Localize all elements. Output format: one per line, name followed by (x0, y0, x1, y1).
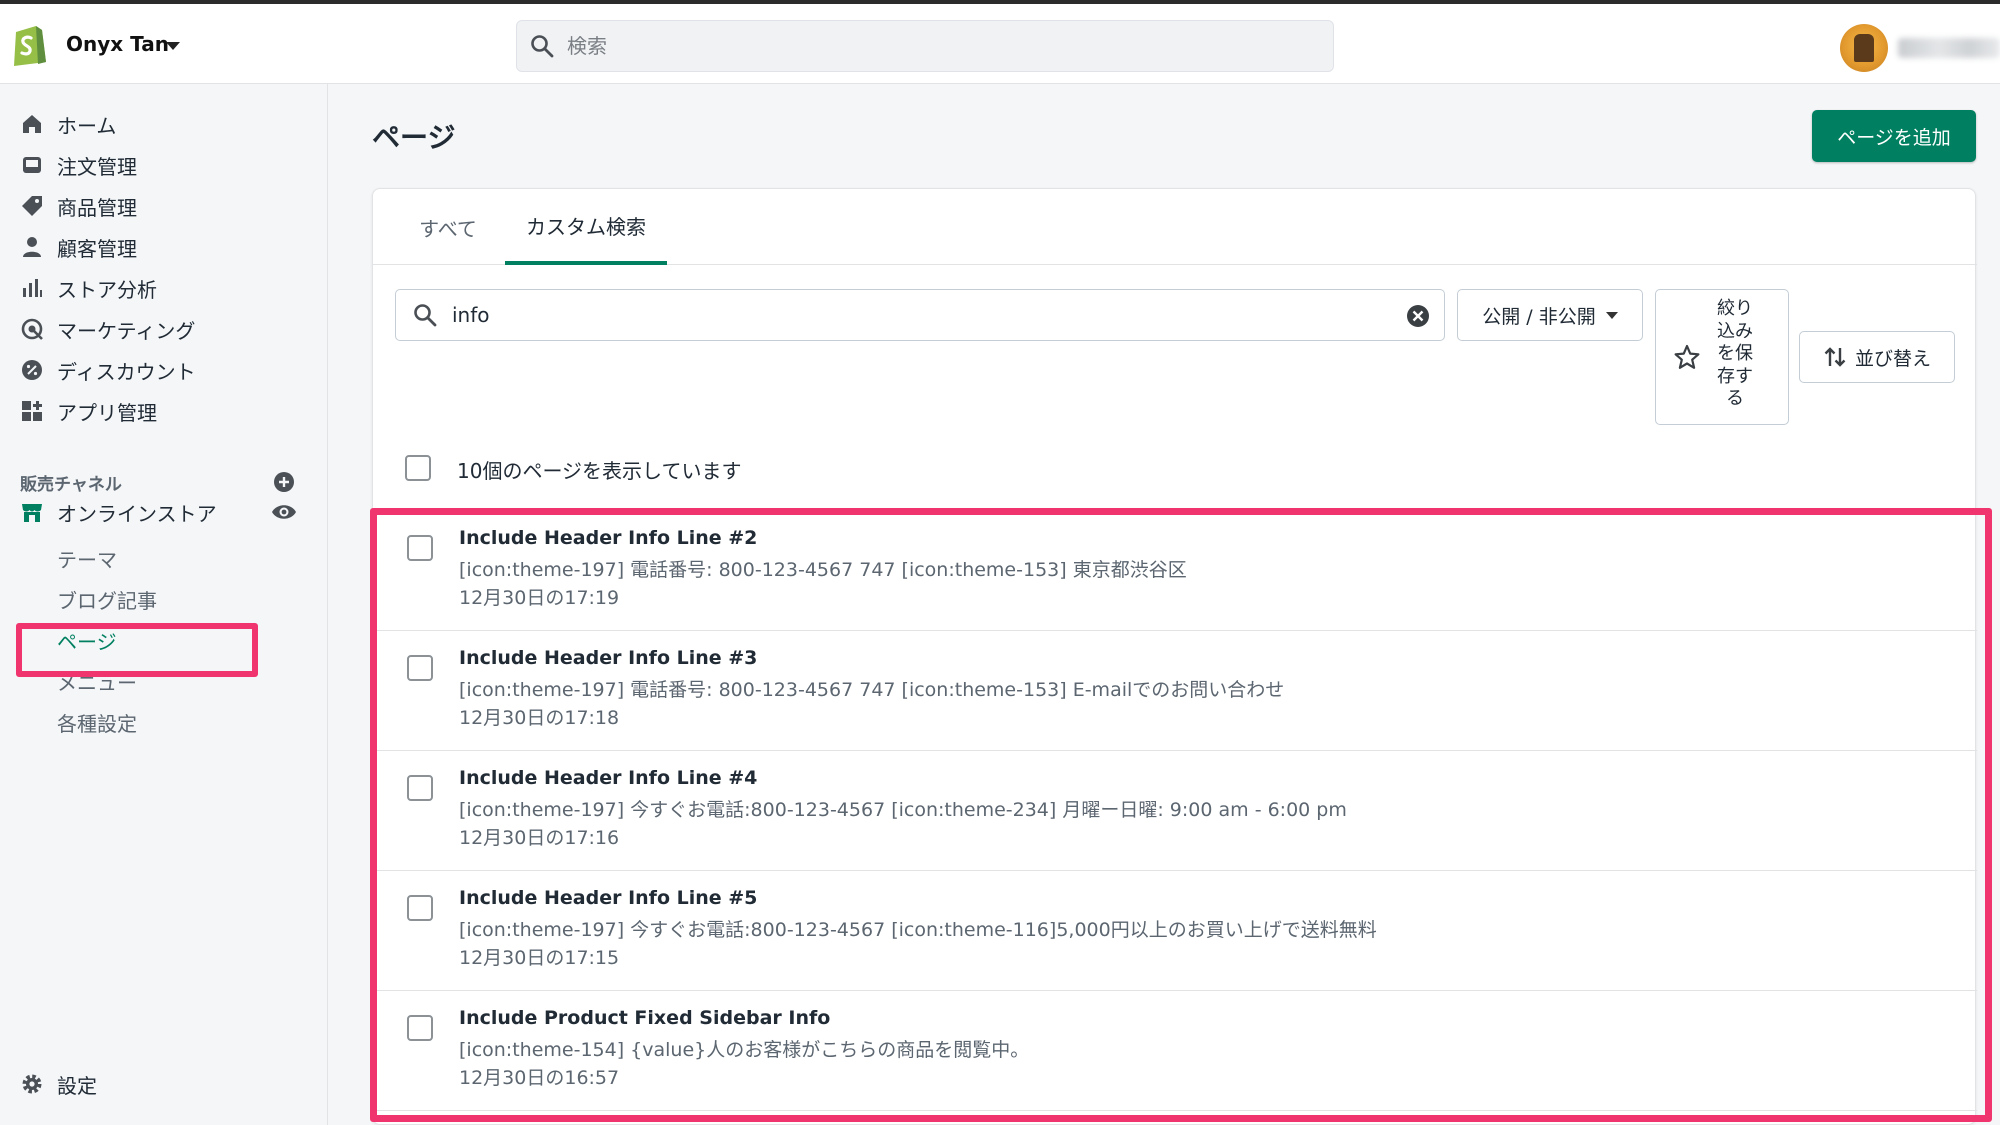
store-icon (22, 504, 42, 522)
sidebar-item-label: 設定 (57, 1073, 97, 1098)
sidebar-item-marketing[interactable]: マーケティング (0, 309, 328, 349)
sidebar-item-label: マーケティング (57, 318, 196, 343)
clear-icon[interactable] (1406, 304, 1430, 328)
global-search[interactable] (516, 20, 1334, 72)
chevron-down-icon (1605, 311, 1618, 319)
page-search-input[interactable] (452, 290, 1372, 340)
save-filter-label: 絞り込みを保存する (1717, 298, 1753, 409)
sidebar-item-orders[interactable]: 注文管理 (0, 145, 328, 185)
search-icon (414, 304, 437, 327)
tab-bar: すべて カスタム検索 (373, 189, 1977, 265)
target-icon (21, 318, 43, 340)
account-name-blurred[interactable] (1898, 38, 2000, 58)
tag-icon (22, 196, 42, 216)
results-highlight-box (370, 508, 1992, 1122)
gear-icon (22, 1074, 42, 1094)
result-count-label: 10個のページを表示しています (457, 459, 742, 483)
sidebar-item-label: 注文管理 (57, 154, 137, 179)
chevron-down-icon[interactable] (166, 42, 180, 50)
discount-icon (22, 360, 42, 380)
sidebar-item-label: アプリ管理 (57, 400, 157, 425)
person-icon (23, 237, 41, 257)
shopify-logo-icon[interactable] (10, 22, 48, 66)
sidebar-subitem-blog-posts[interactable]: ブログ記事 (57, 583, 157, 615)
page-search-field[interactable] (395, 289, 1445, 341)
eye-icon[interactable] (270, 502, 298, 522)
sidebar-item-products[interactable]: 商品管理 (0, 186, 328, 226)
home-icon (23, 115, 41, 133)
add-page-button[interactable]: ページを追加 (1812, 110, 1976, 162)
sidebar-item-discounts[interactable]: ディスカウント (0, 350, 328, 390)
sidebar: ホーム 注文管理 商品管理 顧客管理 ストア分析 マーケティング ディスカウント… (0, 84, 328, 1125)
search-icon (531, 35, 554, 58)
visibility-filter-label: 公開 / 非公開 (1482, 305, 1596, 328)
pages-highlight-box (16, 623, 258, 677)
sidebar-item-apps[interactable]: アプリ管理 (0, 391, 328, 431)
sidebar-item-analytics[interactable]: ストア分析 (0, 268, 328, 308)
apps-icon (22, 401, 42, 421)
bar-chart-icon (23, 279, 42, 297)
sidebar-item-label: 商品管理 (57, 195, 137, 220)
sidebar-item-customers[interactable]: 顧客管理 (0, 227, 328, 267)
sort-label: 並び替え (1854, 347, 1931, 370)
sidebar-item-label: 顧客管理 (57, 236, 137, 261)
visibility-filter-button[interactable]: 公開 / 非公開 (1457, 289, 1643, 341)
inbox-icon (23, 157, 41, 173)
select-all-checkbox[interactable] (405, 455, 431, 481)
sort-icon (1824, 347, 1846, 367)
save-filter-button[interactable]: 絞り込みを保存する (1655, 289, 1789, 425)
sidebar-item-home[interactable]: ホーム (0, 104, 328, 144)
page-title: ページ (372, 121, 456, 154)
avatar[interactable] (1840, 24, 1888, 72)
sidebar-item-label: ホーム (57, 113, 117, 138)
tab-custom-search[interactable]: カスタム検索 (505, 189, 667, 265)
add-channel-icon[interactable] (272, 470, 296, 494)
sidebar-item-label: オンラインストア (57, 501, 217, 526)
star-icon (1674, 344, 1700, 369)
top-bar: Onyx Tan (0, 0, 2000, 84)
sidebar-item-label: ディスカウント (57, 359, 196, 384)
sidebar-item-label: ストア分析 (57, 277, 157, 302)
tab-all[interactable]: すべて (403, 189, 493, 265)
store-name[interactable]: Onyx Tan (66, 32, 169, 56)
sort-button[interactable]: 並び替え (1799, 331, 1955, 383)
global-search-input[interactable] (567, 21, 1307, 71)
sidebar-item-settings[interactable]: 設定 (0, 1064, 328, 1104)
sidebar-subitem-themes[interactable]: テーマ (57, 542, 117, 574)
sidebar-subitem-preferences[interactable]: 各種設定 (57, 706, 137, 738)
